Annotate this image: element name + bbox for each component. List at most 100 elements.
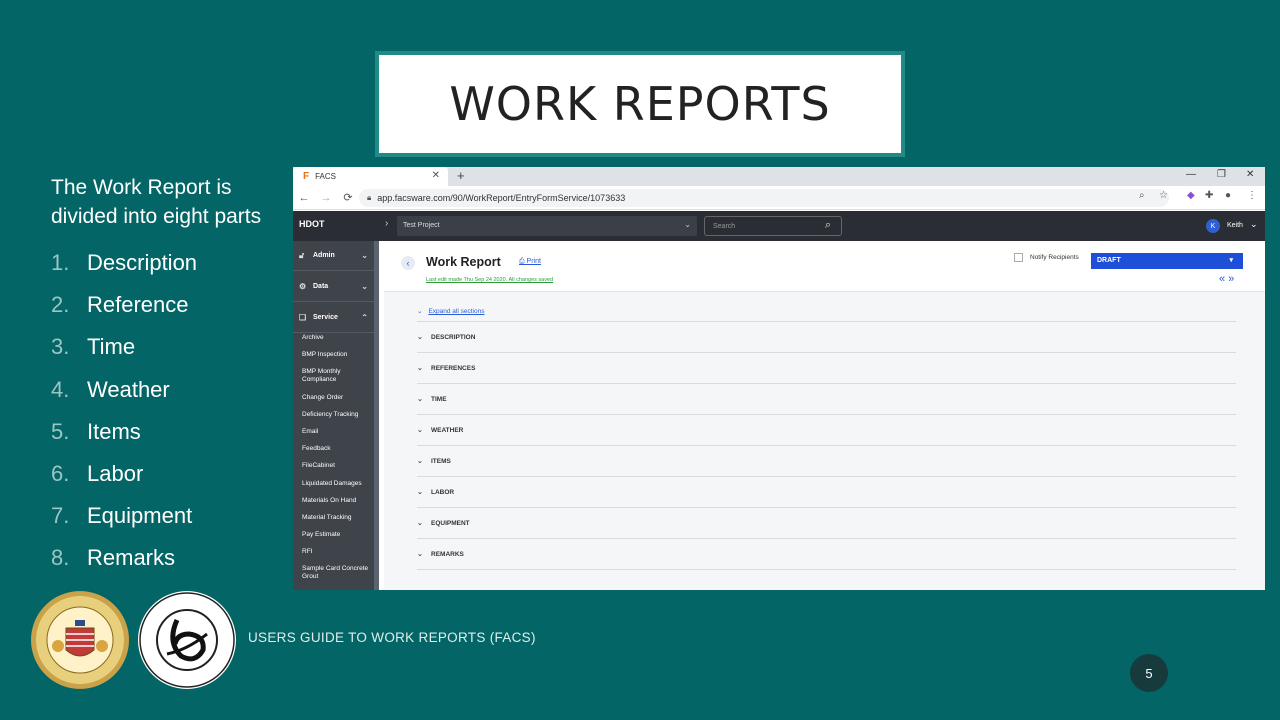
zoom-icon[interactable]: ⌕ (1139, 190, 1145, 201)
restore-icon[interactable]: ❐ (1217, 169, 1226, 180)
user-name[interactable]: Keith (1227, 222, 1243, 229)
user-menu-chevron-icon[interactable]: ⌄ (1250, 219, 1258, 230)
sidebar-item[interactable]: Change Order (302, 394, 376, 402)
chevron-down-icon: ⌄ (417, 308, 423, 315)
intro-text: The Work Report is divided into eight pa… (51, 176, 262, 228)
sidebar-item[interactable]: Email (302, 428, 376, 436)
star-icon[interactable]: ☆ (1159, 190, 1168, 201)
chevron-down-icon: ⌄ (417, 396, 423, 403)
chevron-down-icon: ⌄ (417, 551, 423, 558)
print-link[interactable]: ⎙ Print (519, 258, 541, 266)
extension-icon[interactable]: ◆ (1187, 190, 1195, 201)
puzzle-icon[interactable]: ✚ (1205, 190, 1213, 201)
section-items[interactable]: ⌄ ITEMS (417, 446, 1236, 477)
item-label: Description (87, 250, 198, 276)
section-label: WEATHER (431, 426, 464, 434)
list-item: 8. Remarks (51, 537, 197, 579)
sidebar-item[interactable]: Liquidated Damages (302, 480, 376, 488)
section-references[interactable]: ⌄ REFERENCES (417, 353, 1236, 384)
chevron-right-icon[interactable]: › (385, 218, 388, 229)
sidebar-item[interactable]: FileCabinet (302, 462, 376, 470)
sidebar-item[interactable]: Materials On Hand (302, 497, 376, 505)
chevron-down-icon: ⌄ (417, 458, 423, 465)
sidebar-group-label: Data (313, 283, 329, 290)
sidebar-group-label: Admin (313, 252, 335, 259)
section-remarks[interactable]: ⌄ REMARKS (417, 539, 1236, 570)
sidebar-item[interactable]: BMP Inspection (302, 351, 376, 359)
status-value: DRAFT (1097, 257, 1121, 264)
sidebar-item[interactable]: Pay Estimate (302, 531, 376, 539)
avatar[interactable]: K (1206, 219, 1220, 233)
dot-seal (138, 591, 236, 689)
app-header: HDOT › Test Project ⌄ Search ⌕ K Keith ⌄ (293, 211, 1265, 241)
section-time[interactable]: ⌄ TIME (417, 384, 1236, 415)
item-label: Items (87, 418, 141, 444)
item-label: Time (87, 334, 136, 360)
list-item: 1. Description (51, 242, 197, 284)
close-window-icon[interactable]: ✕ (1246, 169, 1254, 180)
facs-favicon-icon: F (303, 171, 310, 182)
search-input[interactable]: Search ⌕ (704, 216, 842, 236)
list-item: 3. Time (51, 326, 197, 368)
sidebar-item[interactable]: Deficiency Tracking (302, 411, 376, 419)
browser-toolbar: ← → ⟳ 🔒︎ app.facsware.com/90/WorkReport/… (293, 186, 1265, 210)
sidebar-group-admin[interactable]: 🔓︎ Admin ⌄ (293, 241, 374, 271)
item-number: 4. (51, 376, 70, 402)
list-item: 2. Reference (51, 284, 197, 326)
section-equipment[interactable]: ⌄ EQUIPMENT (417, 508, 1236, 539)
section-label: REFERENCES (431, 364, 476, 372)
search-placeholder: Search (713, 223, 736, 230)
sidebar-item[interactable]: RFI (302, 548, 376, 556)
chevron-down-icon: ⌄ (417, 489, 423, 496)
list-item: 5. Items (51, 411, 197, 453)
last-edit-status[interactable]: Last edit made Thu Sep 24 2020. All chan… (426, 277, 553, 283)
new-tab-icon[interactable]: + (457, 168, 465, 183)
list-item: 7. Equipment (51, 495, 197, 537)
caret-down-icon: ▾ (1229, 257, 1233, 264)
sidebar-group-data[interactable]: ⚙ Data ⌄ (293, 272, 374, 302)
sidebar-item[interactable]: Sample Card Concrete Grout (302, 565, 376, 581)
section-label: DESCRIPTION (431, 333, 476, 341)
forward-arrow-icon[interactable]: → (315, 192, 337, 204)
double-chevron-icons[interactable]: «» (1219, 273, 1237, 285)
item-number: 8. (51, 545, 70, 571)
back-arrow-icon[interactable]: ← (293, 192, 315, 204)
notify-recipients-checkbox[interactable] (1014, 253, 1023, 262)
sidebar-item[interactable]: Feedback (302, 445, 376, 453)
reload-icon[interactable]: ⟳ (337, 191, 359, 204)
tab-close-icon[interactable]: ✕ (432, 170, 440, 181)
section-weather[interactable]: ⌄ WEATHER (417, 415, 1236, 446)
brand-label[interactable]: HDOT (299, 219, 325, 229)
search-icon[interactable]: ⌕ (825, 219, 831, 232)
project-value: Test Project (403, 222, 440, 229)
list-item: 4. Weather (51, 369, 197, 411)
minimize-icon[interactable]: — (1186, 169, 1196, 180)
sidebar-group-service[interactable]: ❏ Service ⌃ (293, 303, 374, 333)
menu-dots-icon[interactable]: ⋮ (1247, 190, 1257, 201)
slide-title: WORK REPORTS (449, 77, 831, 131)
slide-title-box: WORK REPORTS (375, 51, 905, 157)
project-select[interactable]: Test Project ⌄ (397, 216, 697, 236)
expand-all-sections[interactable]: ⌄ Expand all sections (417, 307, 484, 315)
parts-list: 1. Description 2. Reference 3. Time 4. Weath… (51, 242, 197, 580)
sidebar-item[interactable]: Archive (302, 334, 376, 342)
section-labor[interactable]: ⌄ LABOR (417, 477, 1236, 508)
browser-screenshot: F FACS ✕ + — ❐ ✕ ← → ⟳ 🔒︎ app.facsware.c… (293, 167, 1265, 590)
item-label: Equipment (87, 503, 193, 529)
sidebar-item[interactable]: BMP Monthly Compliance (302, 368, 358, 384)
item-label: Remarks (87, 545, 176, 571)
browser-tabbar: F FACS ✕ + — ❐ ✕ (293, 167, 1265, 186)
browser-tab[interactable]: F FACS ✕ (293, 167, 448, 186)
footer-text: USERS GUIDE TO WORK REPORTS (FACS) (248, 630, 536, 645)
sidebar-items: Archive BMP Inspection BMP Monthly Compl… (302, 334, 376, 590)
tab-title: FACS (315, 172, 337, 181)
item-number: 1. (51, 250, 70, 276)
address-bar[interactable]: 🔒︎ app.facsware.com/90/WorkReport/EntryF… (359, 189, 1169, 207)
profile-icon[interactable]: ● (1225, 190, 1231, 201)
sidebar: 🔓︎ Admin ⌄ ⚙ Data ⌄ ❏ Service ⌃ Archive … (293, 241, 379, 590)
item-label: Labor (87, 461, 144, 487)
back-button[interactable]: ‹ (401, 256, 415, 270)
section-description[interactable]: ⌄ DESCRIPTION (417, 322, 1236, 353)
sidebar-item[interactable]: Material Tracking (302, 514, 376, 522)
status-dropdown[interactable]: DRAFT ▾ (1091, 253, 1243, 269)
